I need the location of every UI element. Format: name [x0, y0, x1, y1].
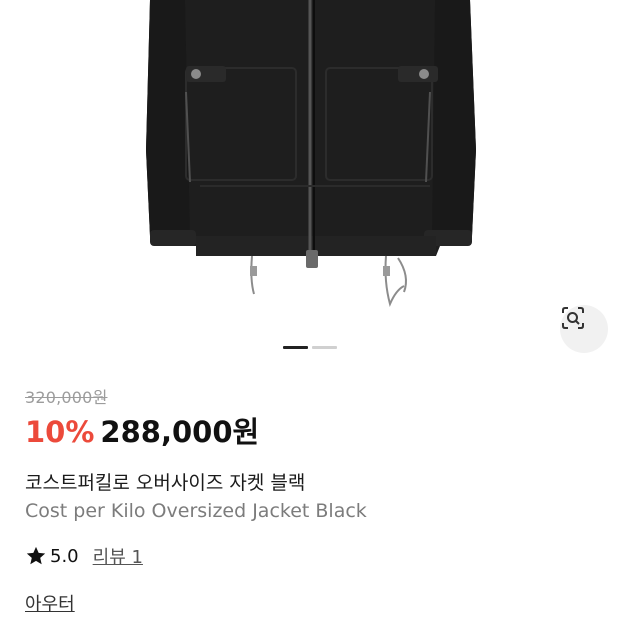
- gallery-pagination: [283, 346, 337, 349]
- reviews-link[interactable]: 리뷰 1: [93, 543, 143, 569]
- discount-rate: 10%: [25, 415, 95, 449]
- rating-value: 5.0: [50, 545, 79, 567]
- gallery-dot[interactable]: [312, 346, 337, 349]
- lens-search-icon: [562, 307, 584, 329]
- star-icon: [26, 546, 46, 565]
- price-row: 10% 288,000원: [25, 409, 259, 451]
- product-title-korean: 코스트퍼킬로 오버사이즈 자켓 블랙: [25, 472, 306, 494]
- gallery-dot-active[interactable]: [283, 346, 308, 349]
- product-image-gallery[interactable]: [0, 0, 620, 380]
- product-title-english: Cost per Kilo Oversized Jacket Black: [25, 500, 367, 522]
- category-link[interactable]: 아우터: [25, 590, 75, 616]
- rating-row: 5.0 리뷰 1: [25, 543, 143, 569]
- product-image: [146, 0, 476, 308]
- sale-price: 288,000원: [100, 415, 260, 449]
- lens-search-button[interactable]: [560, 305, 608, 353]
- original-price: 320,000원: [25, 388, 108, 407]
